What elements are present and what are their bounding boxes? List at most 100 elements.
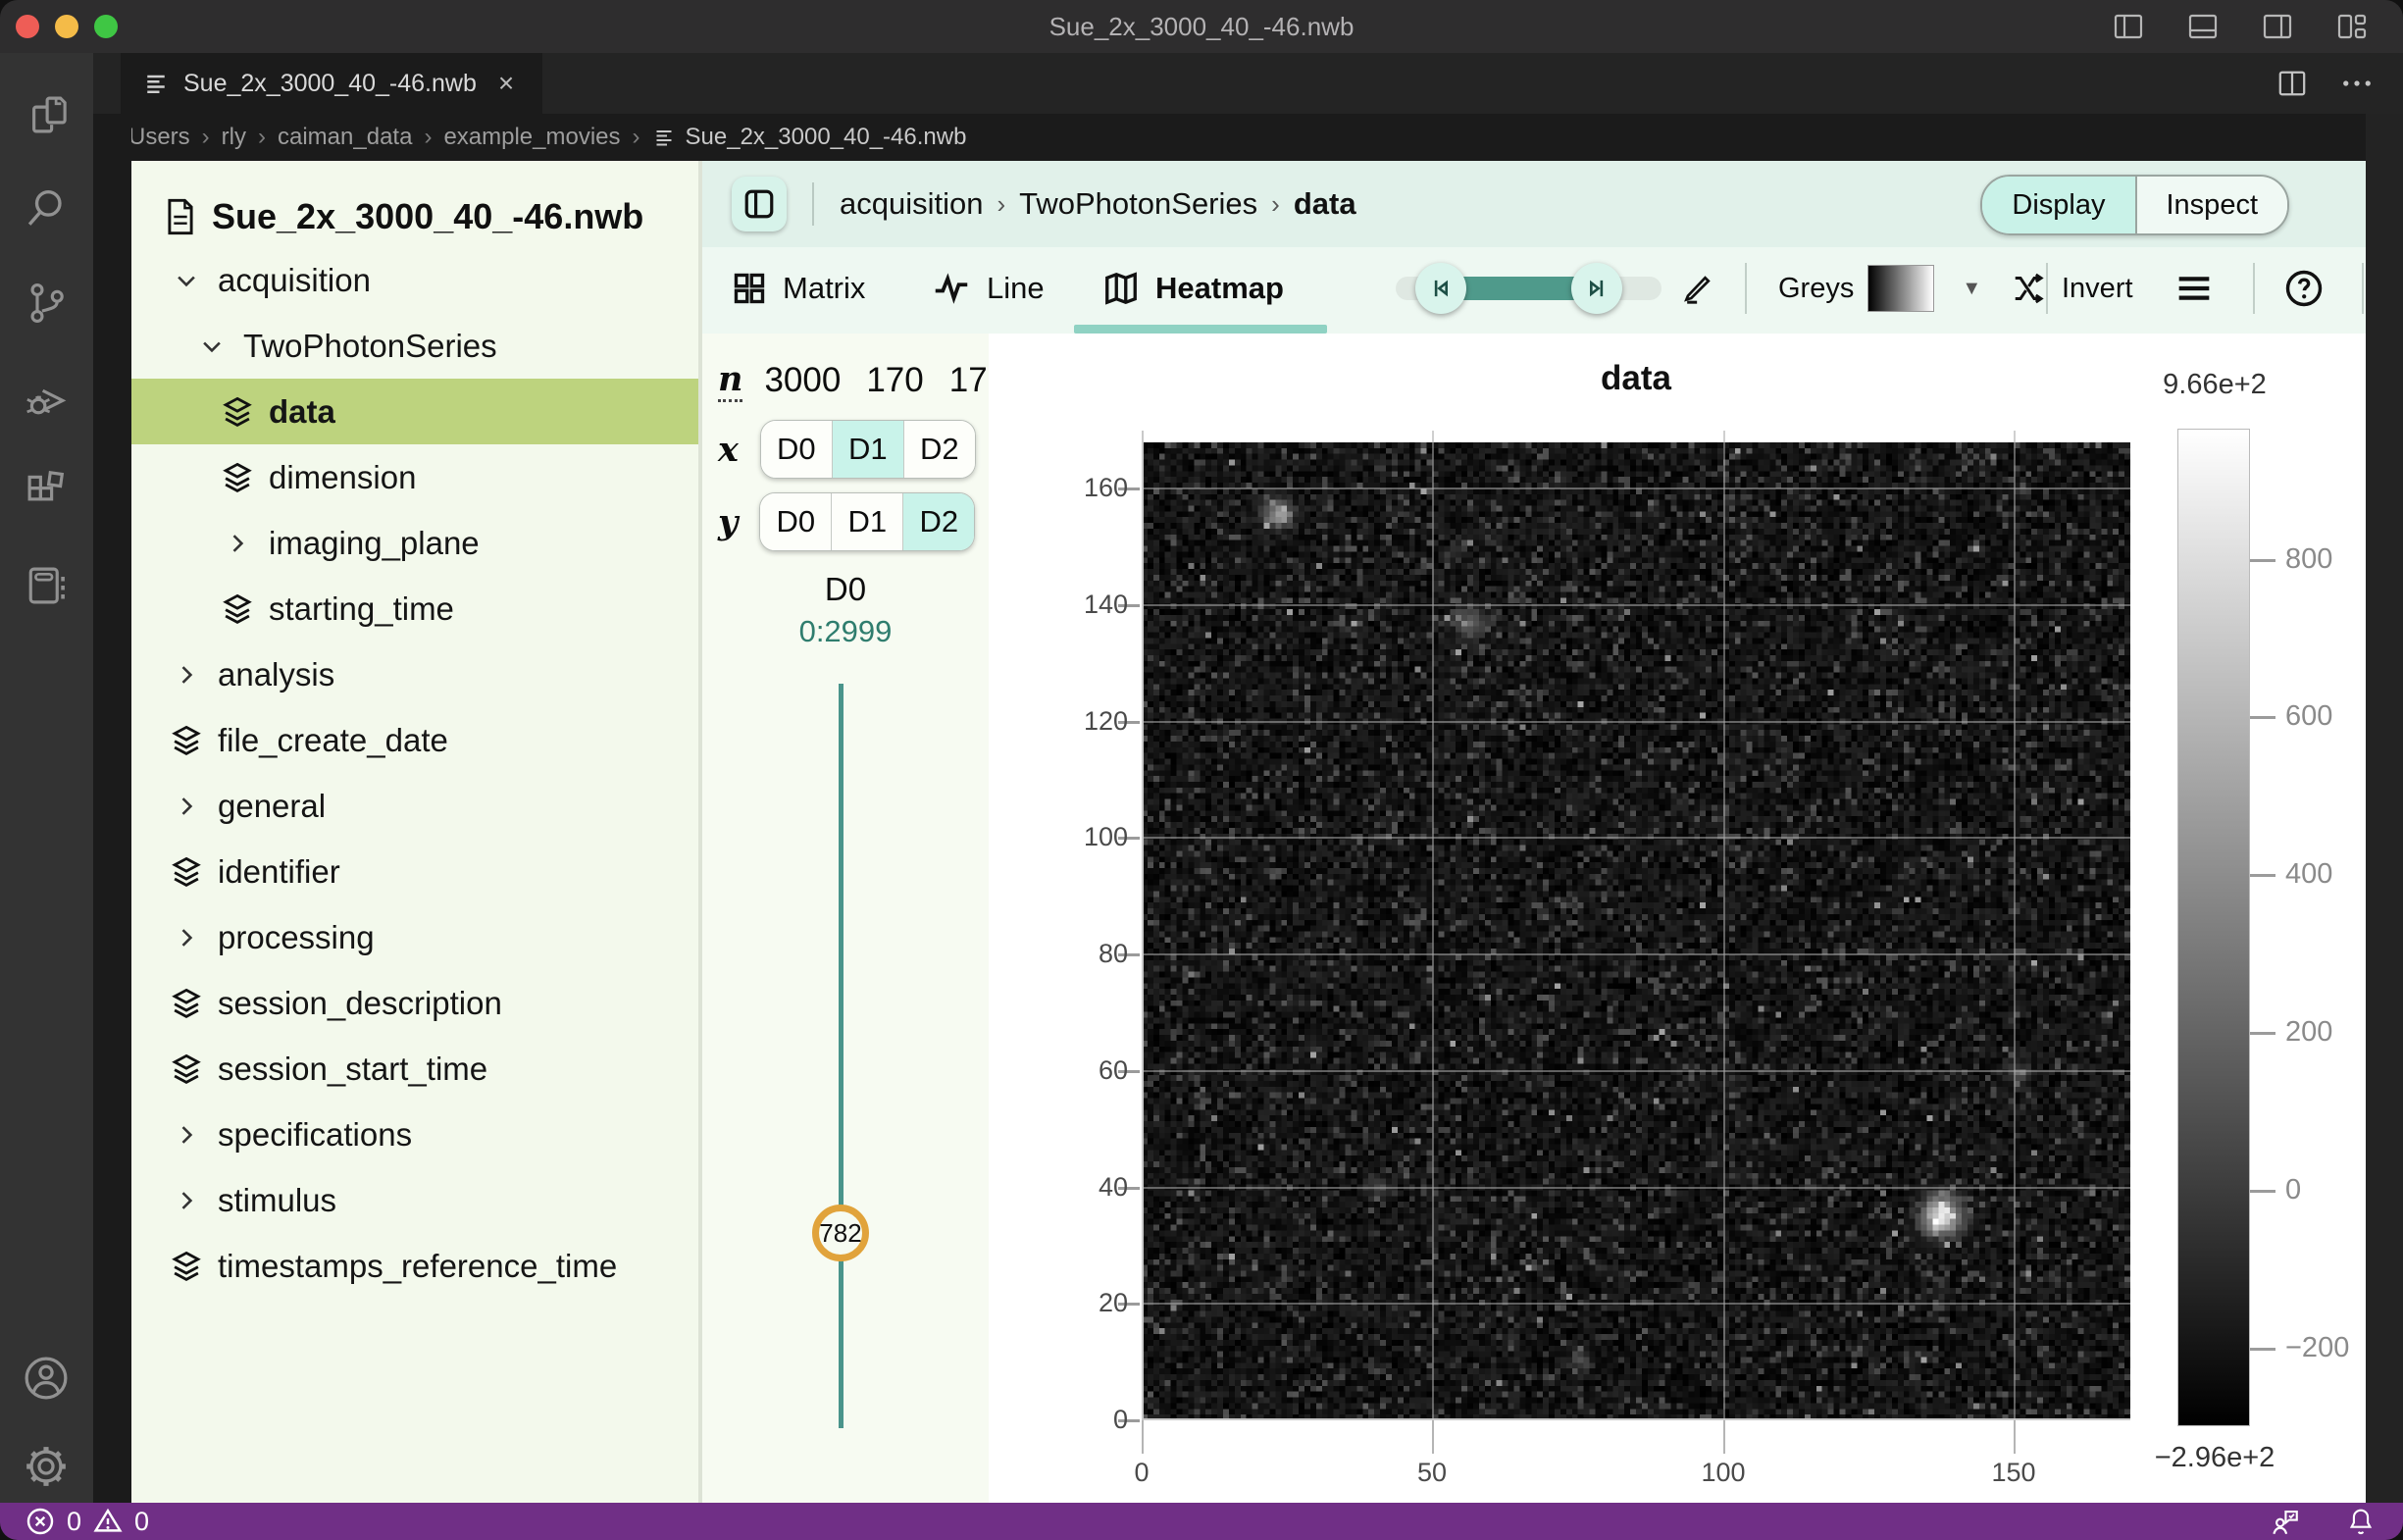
chevron-right-icon[interactable] [167,1187,206,1214]
tree-item-label: identifier [218,853,340,891]
account-icon[interactable] [14,1346,78,1411]
tree-item-session_description[interactable]: session_description [131,970,698,1036]
x-tick-label: 0 [1098,1458,1186,1488]
tree-item-label: TwoPhotonSeries [243,328,497,365]
view-tab-line[interactable]: Line [932,247,1045,330]
breadcrumb-item[interactable]: rly [222,124,246,151]
display-mode-button[interactable]: Display [1982,177,2136,233]
tree-item-general[interactable]: general [131,773,698,839]
notebook-icon[interactable] [14,553,78,618]
view-tab-heatmap[interactable]: Heatmap [1102,247,1284,330]
x-dim-option-D0[interactable]: D0 [761,421,832,478]
tab-sue-nwb[interactable]: Sue_2x_3000_40_-46.nwb × [121,53,542,114]
chevron-right-icon[interactable] [167,1121,206,1149]
breadcrumb-file[interactable]: Sue_2x_3000_40_-46.nwb [652,124,967,151]
y-dim-option-D1[interactable]: D1 [831,493,902,550]
tab-bar-actions [2277,53,2374,114]
range-slider-start-handle[interactable] [1415,263,1466,314]
dataset-icon [218,395,257,429]
dataset-icon [218,461,257,494]
file-list-icon [142,70,170,97]
tree-item-identifier[interactable]: identifier [131,839,698,904]
customize-layout-icon[interactable] [2336,11,2368,42]
y-dim-option-D2[interactable]: D2 [902,493,974,550]
tab-close-icon[interactable]: × [498,68,514,99]
x-dim-option-D2[interactable]: D2 [903,421,975,478]
gridline-y-40 [1142,1187,2130,1189]
view-tab-matrix[interactable]: Matrix [732,247,865,330]
explorer-icon[interactable] [14,82,78,147]
range-slider-end-handle[interactable] [1571,263,1622,314]
split-editor-icon[interactable] [2277,69,2307,98]
source-control-icon[interactable] [14,271,78,335]
dataset-layers-icon [170,1250,203,1283]
tree-item-imaging_plane[interactable]: imaging_plane [131,510,698,576]
chevron-right-icon[interactable] [167,661,206,689]
problems-status[interactable]: 0 0 [26,1507,149,1537]
tree-item-analysis[interactable]: analysis [131,642,698,707]
dataset-layers-icon [221,461,254,494]
tree-item-starting_time[interactable]: starting_time [131,576,698,642]
colormap-selector[interactable]: Greys ▼ [1778,247,1981,330]
detail-breadcrumb: acquisition› TwoPhotonSeries› data [840,186,1356,222]
tree-item-acquisition[interactable]: acquisition [131,247,698,313]
toggle-sidebar-icon[interactable] [2113,11,2144,42]
invert-button[interactable]: Invert [2007,247,2133,330]
edit-pen-button[interactable] [1678,247,1717,330]
sidebar-toggle-button[interactable] [732,177,787,231]
tree-item-label: analysis [218,656,334,693]
chevron-right-icon[interactable] [167,793,206,820]
chevron-down-icon[interactable] [167,267,206,294]
x-dim-option-D1[interactable]: D1 [832,421,903,478]
feedback-icon[interactable] [2268,1505,2301,1538]
dataset-icon [167,855,206,889]
tree-item-stimulus[interactable]: stimulus [131,1167,698,1233]
heatmap-map-icon-icon [1102,270,1140,307]
shape-row: n 3000 170 170 [718,359,1006,402]
frame-slider-handle[interactable]: 782 [812,1205,869,1261]
tree-item-label: processing [218,919,375,956]
y-tick-label: 160 [1040,473,1128,503]
tree-item-label: acquisition [218,262,371,299]
heatmap-image[interactable] [1142,442,2130,1420]
run-debug-icon[interactable] [14,365,78,430]
help-button[interactable] [2281,247,2326,330]
breadcrumb-item[interactable]: caiman_data [278,124,412,151]
chevron-down-icon[interactable] [192,333,231,360]
line-wave-icon-icon [932,269,971,308]
tree-item-file_create_date[interactable]: file_create_date [131,707,698,773]
tree-item-session_start_time[interactable]: session_start_time [131,1036,698,1102]
settings-gear-icon[interactable] [14,1434,78,1499]
range-slider[interactable] [1396,277,1662,300]
y-dim-option-D0[interactable]: D0 [760,493,831,550]
breadcrumb-item[interactable]: Users [128,124,190,151]
view-tab-label: Heatmap [1155,271,1284,306]
search-icon[interactable] [14,177,78,241]
frame-slider-track[interactable] [839,684,844,1428]
scrollbar-strip[interactable] [2366,114,2403,1503]
window-title: Sue_2x_3000_40_-46.nwb [0,12,2403,42]
inspect-mode-button[interactable]: Inspect [2137,177,2288,233]
tree-item-processing[interactable]: processing [131,904,698,970]
more-actions-icon[interactable] [2340,69,2374,98]
panel-left-icon [742,187,776,221]
tree-item-specifications[interactable]: specifications [131,1102,698,1167]
editor-gutter [93,114,131,1503]
tree-item-dimension[interactable]: dimension [131,444,698,510]
chevron-right-icon[interactable] [167,924,206,951]
toggle-panel-icon[interactable] [2187,11,2219,42]
plot-area[interactable] [1142,431,2130,1420]
extensions-icon[interactable] [14,459,78,524]
status-bar: 0 0 [0,1503,2403,1540]
toggle-secondary-sidebar-icon[interactable] [2262,11,2293,42]
breadcrumb-item[interactable]: example_movies [443,124,620,151]
pen-icon [1678,269,1717,308]
tree-item-TwoPhotonSeries[interactable]: TwoPhotonSeries [131,313,698,379]
detail-breadcrumb-item[interactable]: TwoPhotonSeries [1019,186,1257,222]
chevron-right-icon[interactable] [218,530,257,557]
tree-item-timestamps_reference_time[interactable]: timestamps_reference_time [131,1233,698,1299]
notifications-bell-icon[interactable] [2344,1505,2377,1538]
menu-button[interactable] [2172,247,2217,330]
detail-breadcrumb-item[interactable]: acquisition [840,186,983,222]
tree-item-data[interactable]: data [131,379,698,444]
